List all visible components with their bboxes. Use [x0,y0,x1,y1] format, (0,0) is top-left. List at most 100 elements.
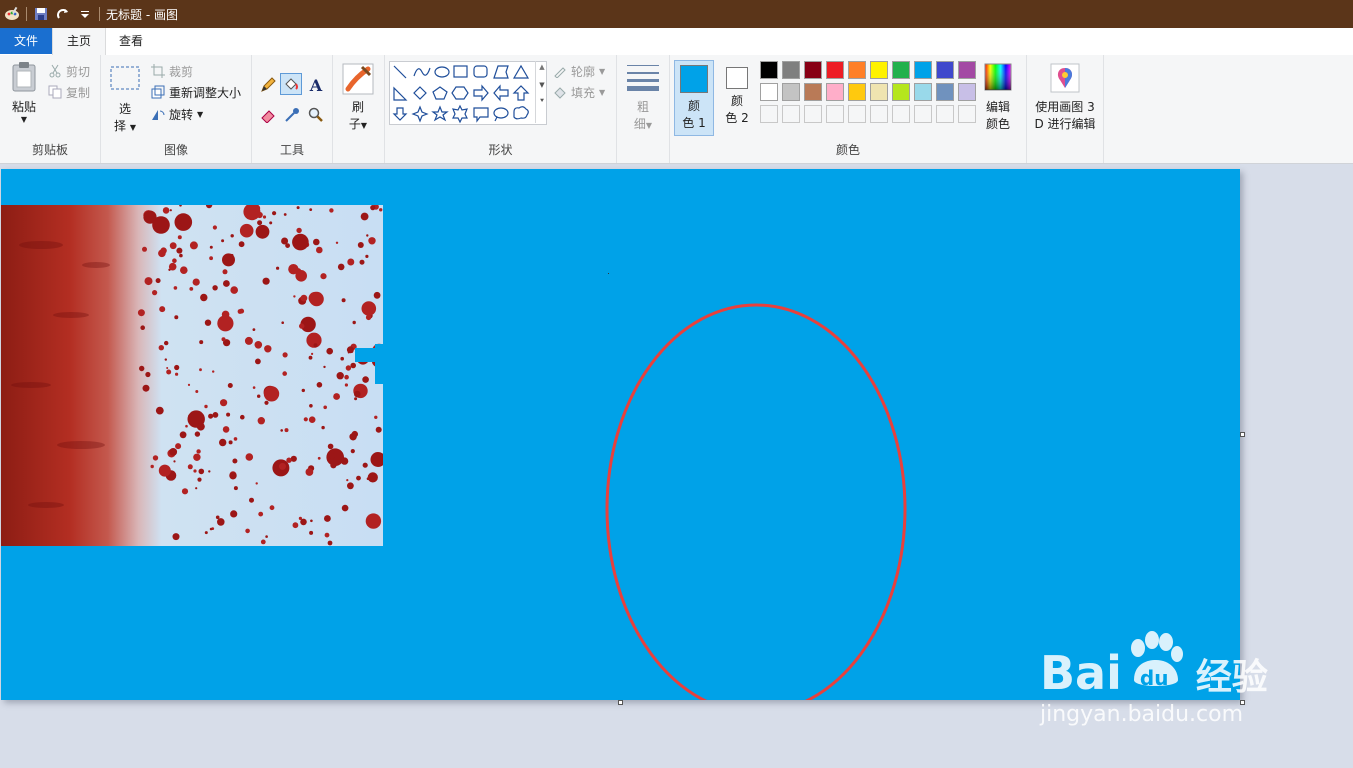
palette-swatch-empty[interactable] [804,105,822,123]
palette-swatch[interactable] [826,61,844,79]
size-label-2: 细▼ [633,117,653,131]
shapes-gallery-icons[interactable] [390,62,538,124]
palette-swatch[interactable] [782,61,800,79]
paste-button[interactable]: 粘贴 ▼ [6,61,42,124]
edit-with-paint3d-button[interactable]: 使用画图 3 D 进行编辑 [1031,63,1099,132]
palette-swatch-empty[interactable] [760,105,778,123]
canvas-resize-handle-right[interactable] [1240,432,1245,437]
ellipse-drawing [605,273,907,700]
brushes-button[interactable]: 刷 子▼ [340,63,376,132]
paint3d-icon [1050,63,1080,93]
cut-button[interactable]: 剪切 [48,61,90,81]
palette-swatch[interactable] [760,83,778,101]
image-group: 选 择 ▼ 裁剪 重新调整大小 旋转 ▼ 图像 [101,55,252,163]
crop-button[interactable]: 裁剪 [151,61,193,81]
palette-swatch[interactable] [892,61,910,79]
palette-swatch[interactable] [870,61,888,79]
eraser-icon[interactable] [258,105,278,125]
palette-swatch[interactable] [914,83,932,101]
ribbon-tabs: 文件 主页 查看 [0,28,1353,56]
palette-swatch-empty[interactable] [936,105,954,123]
palette-swatch[interactable] [870,83,888,101]
chevron-down-icon: ▼ [20,115,28,124]
edit-colors-label-2: 颜色 [985,117,1010,131]
expand-gallery-icon[interactable]: ⯆ [536,97,548,106]
pencil-icon[interactable] [258,75,278,95]
scissors-icon [48,64,62,78]
size-button[interactable]: 粗 细▼ [625,63,661,132]
palette-swatch[interactable] [936,83,954,101]
palette-swatch[interactable] [958,83,976,101]
crop-label: 裁剪 [169,64,194,79]
palette-swatch[interactable] [782,83,800,101]
redo-icon[interactable] [55,6,71,22]
copy-label: 复制 [66,85,91,100]
copy-button[interactable]: 复制 [48,82,90,102]
title-bar: 无标题 - 画图 [0,0,1353,28]
resize-icon [151,85,165,99]
brushes-label-1: 刷 [351,100,364,114]
brushes-label-2: 子▼ [348,117,368,131]
red-ellipse-shape[interactable] [605,303,907,700]
palette-swatch-empty[interactable] [914,105,932,123]
baidu-brand-text-1: Bai [1040,646,1122,700]
palette-swatch[interactable] [892,83,910,101]
shapes-gallery-scrollbar[interactable]: ▲ ▼ ⯆ [535,61,548,123]
fill-label: 填充 [571,85,596,100]
palette-swatch-empty[interactable] [892,105,910,123]
color2-label-1: 颜 [730,94,743,108]
text-tool-icon[interactable]: A [306,75,326,95]
size-group: 粗 细▼ [617,55,670,163]
palette-swatch-empty[interactable] [782,105,800,123]
scroll-up-icon[interactable]: ▲ [536,63,548,71]
palette-swatch[interactable] [958,61,976,79]
color2-button[interactable]: 颜 色 2 [718,60,756,136]
palette-swatch[interactable] [848,61,866,79]
select-button[interactable]: 选 择 ▼ [109,65,141,134]
tab-view[interactable]: 查看 [106,28,156,54]
save-icon[interactable] [33,6,49,22]
color-picker-icon[interactable] [282,105,302,125]
palette-swatch-empty[interactable] [826,105,844,123]
scroll-down-icon[interactable]: ▼ [536,81,548,89]
palette-swatch[interactable] [804,83,822,101]
cut-label: 剪切 [66,64,91,79]
rotate-button[interactable]: 旋转 ▼ [151,104,203,124]
palette-swatch[interactable] [804,61,822,79]
palette-swatch[interactable] [848,83,866,101]
crop-icon [151,64,165,78]
color1-button[interactable]: 颜 色 1 [674,60,714,136]
magnifier-icon[interactable] [306,105,326,125]
brush-icon [342,63,374,95]
fill-bucket-icon[interactable] [280,73,302,95]
baidu-paw-icon: du [1122,631,1192,700]
palette-swatch-empty[interactable] [958,105,976,123]
clipboard-group-label: 剪贴板 [31,143,68,157]
tab-home[interactable]: 主页 [52,28,106,55]
color1-swatch [680,65,708,93]
palette-swatch-empty[interactable] [848,105,866,123]
palette-swatch[interactable] [760,61,778,79]
customize-toolbar-chevron-icon[interactable] [77,6,93,22]
tab-file[interactable]: 文件 [0,28,52,54]
edit-colors-label-1: 编辑 [985,100,1010,114]
palette-swatch[interactable] [826,83,844,101]
fill-icon [553,85,567,99]
palette-swatch-empty[interactable] [870,105,888,123]
shapes-gallery [389,61,547,125]
divider [26,7,27,21]
drawing-canvas[interactable] [1,169,1240,700]
fill-button[interactable]: 填充 ▼ [553,82,605,102]
paint3d-label-1: 使用画图 3 [1035,100,1095,114]
edit-colors-button[interactable]: 编辑 颜色 [980,63,1016,132]
brushes-group: 刷 子▼ [333,55,385,163]
palette-swatch[interactable] [914,61,932,79]
outline-button[interactable]: 轮廓 ▼ [553,61,605,81]
paint3d-group: 使用画图 3 D 进行编辑 [1027,55,1104,163]
palette-swatch[interactable] [936,61,954,79]
resize-button[interactable]: 重新调整大小 [151,82,241,102]
resize-label: 重新调整大小 [169,85,242,100]
paint-app-icon[interactable] [4,6,20,22]
canvas-resize-handle-bottom[interactable] [618,700,623,705]
color1-label-2: 色 1 [682,116,706,130]
